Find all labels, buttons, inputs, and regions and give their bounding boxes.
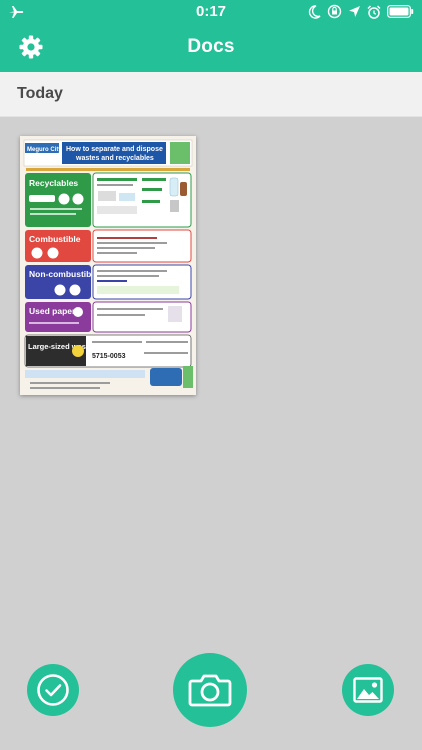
moon-icon [308, 4, 321, 19]
section-header-label: Today [17, 85, 63, 102]
select-button[interactable] [27, 664, 79, 716]
nav-bar: 0:17 Docs [0, 0, 422, 72]
section-header: Today [0, 72, 422, 117]
document-thumbnail[interactable]: Meguro City How to separate and dispose … [20, 136, 196, 395]
doc-phone: 5715-0053 [92, 353, 126, 360]
doc-category-usedpaper: Used paper [29, 306, 76, 316]
camera-button[interactable] [173, 653, 247, 727]
doc-category-recyclables: Recyclables [29, 178, 78, 188]
page-title: Docs [187, 36, 235, 57]
doc-category-combustible: Combustible [29, 234, 81, 244]
orientation-lock-icon [327, 4, 342, 19]
document-preview-image: Meguro City How to separate and dispose … [20, 136, 196, 395]
doc-category-large: Large-sized wastes [28, 342, 97, 351]
status-bar: 0:17 [0, 0, 422, 24]
gallery-button[interactable] [342, 664, 394, 716]
doc-title-line2: wastes and recyclables [75, 155, 154, 162]
alarm-icon [367, 4, 381, 19]
check-circle-icon [37, 674, 69, 706]
location-icon [349, 6, 360, 17]
battery-icon [387, 5, 414, 18]
doc-city-label: Meguro City [27, 147, 62, 153]
camera-icon [188, 674, 232, 707]
doc-title-line1: How to separate and dispose [66, 146, 163, 153]
image-icon [353, 677, 383, 703]
doc-category-noncombustible: Non-combustible [29, 269, 99, 279]
